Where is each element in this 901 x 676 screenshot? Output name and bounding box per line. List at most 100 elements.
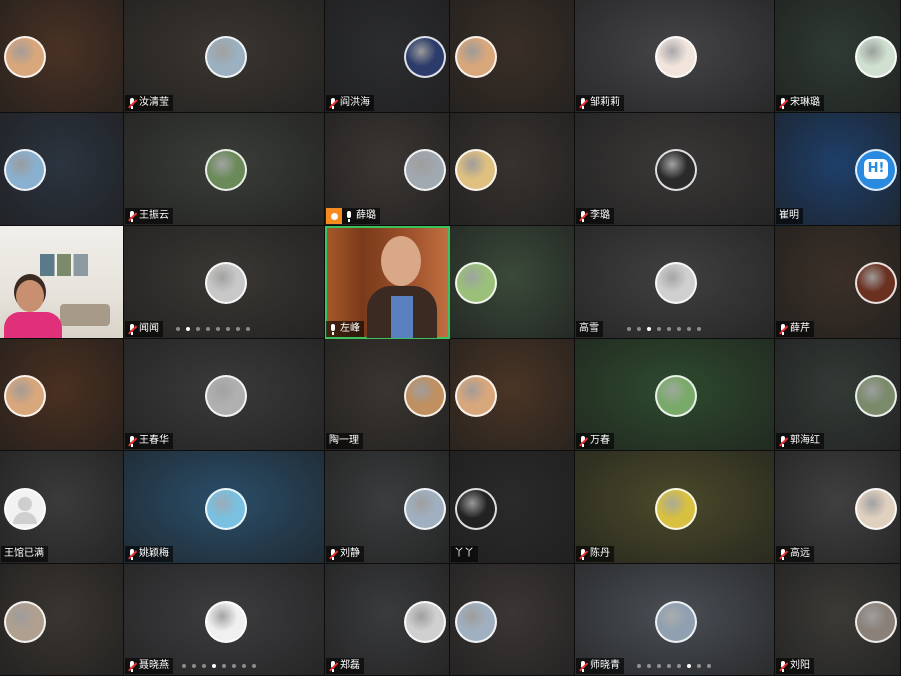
participant-tile[interactable]: 闻闻 (124, 226, 325, 339)
page-dot[interactable] (647, 327, 651, 331)
participant-tile[interactable]: 汝清莹 (124, 0, 325, 113)
participant-tile[interactable]: 刘静 (325, 451, 450, 564)
participant-tile[interactable] (450, 339, 575, 451)
page-dot[interactable] (647, 664, 651, 668)
page-dot[interactable] (192, 664, 196, 668)
mic-muted-icon (579, 660, 588, 672)
page-dot[interactable] (182, 664, 186, 668)
participant-tile[interactable] (450, 226, 575, 339)
page-dot[interactable] (697, 327, 701, 331)
avatar (205, 149, 247, 191)
page-dot[interactable] (206, 327, 210, 331)
participant-name: 聂晓燕 (139, 660, 169, 671)
page-dot[interactable] (707, 664, 711, 668)
avatar (855, 262, 897, 304)
participant-tile[interactable] (0, 0, 124, 113)
participant-tile[interactable]: 师晓青 (575, 564, 775, 676)
page-dot[interactable] (687, 664, 691, 668)
participant-tile[interactable]: 王春华 (124, 339, 325, 451)
participant-name-tag: 刘阳 (776, 658, 814, 674)
page-dot[interactable] (246, 327, 250, 331)
page-dot[interactable] (677, 664, 681, 668)
page-dot[interactable] (202, 664, 206, 668)
page-indicator[interactable] (637, 664, 711, 668)
participant-tile[interactable]: 高雪 (575, 226, 775, 339)
participant-tile[interactable]: 薛璐 (325, 113, 450, 226)
participant-tile[interactable] (0, 564, 124, 676)
avatar (655, 488, 697, 530)
participant-tile[interactable]: 李璐 (575, 113, 775, 226)
page-indicator[interactable] (182, 664, 256, 668)
participant-tile[interactable]: 陶一理 (325, 339, 450, 451)
participant-tile[interactable]: 陈丹 (575, 451, 775, 564)
participant-tile[interactable]: 聂晓燕 (124, 564, 325, 676)
participant-tile[interactable]: 郑磊 (325, 564, 450, 676)
page-dot[interactable] (687, 327, 691, 331)
page-dot[interactable] (657, 327, 661, 331)
avatar (455, 375, 497, 417)
participant-name: 薛芹 (790, 323, 810, 334)
participant-tile[interactable] (450, 113, 575, 226)
mic-muted-icon (128, 548, 137, 560)
participant-tile[interactable]: 薛芹 (775, 226, 901, 339)
page-dot[interactable] (222, 664, 226, 668)
page-dot[interactable] (186, 327, 190, 331)
page-dot[interactable] (242, 664, 246, 668)
page-dot[interactable] (677, 327, 681, 331)
mic-muted-icon (128, 97, 137, 109)
page-dot[interactable] (637, 664, 641, 668)
page-dot[interactable] (216, 327, 220, 331)
participant-tile[interactable]: 王振云 (124, 113, 325, 226)
avatar (4, 375, 46, 417)
participant-name-tag: 陶一理 (326, 433, 363, 449)
page-dot[interactable] (637, 327, 641, 331)
participant-name-tag: 李璐 (576, 208, 614, 224)
participant-tile[interactable] (0, 339, 124, 451)
participant-name-tag: 闻闻 (125, 321, 163, 337)
page-indicator[interactable] (176, 327, 250, 331)
participant-name: 陶一理 (329, 435, 359, 446)
page-indicator[interactable] (627, 327, 701, 331)
mic-muted-icon (128, 660, 137, 672)
page-dot[interactable] (697, 664, 701, 668)
participant-tile[interactable]: 万春 (575, 339, 775, 451)
page-dot[interactable] (176, 327, 180, 331)
participant-tile[interactable]: 邹莉莉 (575, 0, 775, 113)
participant-name: 高远 (790, 548, 810, 559)
page-dot[interactable] (667, 327, 671, 331)
page-dot[interactable] (226, 327, 230, 331)
participant-tile[interactable]: 丫丫 (450, 451, 575, 564)
page-dot[interactable] (657, 664, 661, 668)
participant-tile[interactable] (0, 226, 124, 339)
participant-tile[interactable]: 郭海红 (775, 339, 901, 451)
host-icon (326, 208, 342, 224)
participant-tile[interactable] (450, 0, 575, 113)
participant-tile[interactable]: 阎洪海 (325, 0, 450, 113)
avatar (4, 149, 46, 191)
page-dot[interactable] (232, 664, 236, 668)
participant-name-tag: 高远 (776, 546, 814, 562)
page-dot[interactable] (236, 327, 240, 331)
page-dot[interactable] (252, 664, 256, 668)
participant-name: 崔明 (779, 210, 799, 221)
page-dot[interactable] (212, 664, 216, 668)
participant-tile[interactable]: H! 崔明 (775, 113, 901, 226)
participant-name: 左峰 (340, 323, 360, 334)
participant-tile[interactable]: 宋琳璐 (775, 0, 901, 113)
participant-tile[interactable]: 高远 (775, 451, 901, 564)
avatar (4, 36, 46, 78)
active-speaker-tile[interactable]: 左峰 (325, 226, 450, 339)
participant-tile[interactable]: 刘阳 (775, 564, 901, 676)
participant-name-tag: 师晓青 (576, 658, 624, 674)
page-dot[interactable] (627, 327, 631, 331)
participant-tile[interactable]: 王馆已满 (0, 451, 124, 564)
page-dot[interactable] (667, 664, 671, 668)
avatar (205, 375, 247, 417)
avatar (4, 488, 46, 530)
participant-tile[interactable]: 姚颖梅 (124, 451, 325, 564)
participant-tile[interactable] (0, 113, 124, 226)
page-dot[interactable] (196, 327, 200, 331)
participant-tile[interactable] (450, 564, 575, 676)
mic-muted-icon (329, 548, 338, 560)
participant-name-tag: 高雪 (576, 321, 603, 337)
